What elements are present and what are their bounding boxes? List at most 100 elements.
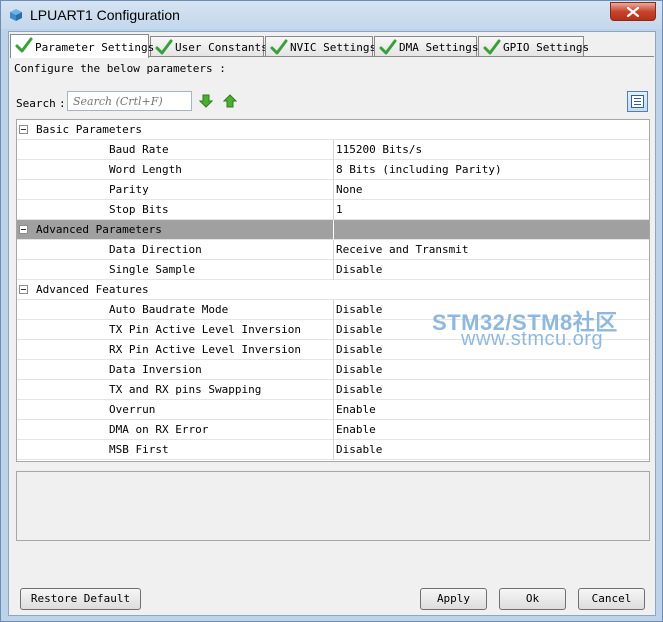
description-panel <box>16 471 650 541</box>
column-divider <box>333 260 334 280</box>
window-title: LPUART1 Configuration <box>30 7 180 23</box>
column-divider <box>333 140 334 160</box>
column-divider <box>333 180 334 200</box>
parameter-row[interactable]: Stop Bits 1 <box>17 200 649 220</box>
group-row[interactable]: Advanced Features <box>17 280 649 300</box>
tab-label: DMA Settings <box>399 41 479 54</box>
arrow-up-icon[interactable] <box>223 94 237 108</box>
collapse-icon[interactable] <box>19 285 28 294</box>
parameter-row[interactable]: TX and RX pins Swapping Disable <box>17 380 649 400</box>
cancel-button[interactable]: Cancel <box>578 588 645 610</box>
group-label: Basic Parameters <box>36 123 142 136</box>
parameter-value[interactable]: Disable <box>336 303 382 316</box>
configure-hint: Configure the below parameters : <box>14 62 226 75</box>
column-divider <box>333 320 334 340</box>
parameter-value[interactable]: Enable <box>336 423 376 436</box>
view-toggle-button[interactable] <box>627 91 648 112</box>
parameter-row[interactable]: DMA on RX Error Enable <box>17 420 649 440</box>
parameter-name: TX and RX pins Swapping <box>109 383 262 396</box>
title-bar[interactable]: LPUART1 Configuration <box>1 1 662 29</box>
column-divider <box>333 160 334 180</box>
column-divider <box>333 220 334 240</box>
parameter-name: Single Sample <box>109 263 196 276</box>
parameter-value[interactable]: Disable <box>336 343 382 356</box>
parameter-value[interactable]: Disable <box>336 443 382 456</box>
parameter-row[interactable]: Word Length 8 Bits (including Parity) <box>17 160 649 180</box>
parameter-row[interactable]: Baud Rate 115200 Bits/s <box>17 140 649 160</box>
parameter-name: DMA on RX Error <box>109 423 209 436</box>
column-divider <box>333 340 334 360</box>
parameter-name: Parity <box>109 183 149 196</box>
parameter-name: Baud Rate <box>109 143 169 156</box>
parameter-name: Overrun <box>109 403 156 416</box>
apply-button[interactable]: Apply <box>420 588 487 610</box>
configuration-window: LPUART1 Configuration Parameter Settings… <box>0 0 663 622</box>
column-divider <box>333 380 334 400</box>
parameter-row[interactable]: Data Direction Receive and Transmit <box>17 240 649 260</box>
parameter-row[interactable]: Overrun Enable <box>17 400 649 420</box>
tab-nvic-settings[interactable]: NVIC Settings <box>265 36 377 57</box>
parameter-table: Basic Parameters Baud Rate 115200 Bits/s Wo… <box>16 119 650 462</box>
column-divider <box>333 400 334 420</box>
parameter-value[interactable]: Disable <box>336 363 382 376</box>
tab-gpio-settings[interactable]: GPIO Settings <box>478 36 589 57</box>
parameter-value[interactable]: 115200 Bits/s <box>336 143 422 156</box>
group-row[interactable]: Advanced Parameters <box>17 220 649 240</box>
check-icon <box>155 39 173 55</box>
parameter-name: Data Direction <box>109 243 202 256</box>
column-divider <box>333 240 334 260</box>
parameter-settings-panel: Configure the below parameters : Search … <box>10 56 654 577</box>
tab-user-constants[interactable]: User Constants <box>150 36 268 57</box>
tab-dma-settings[interactable]: DMA Settings <box>374 36 479 57</box>
restore-default-button[interactable]: Restore Default <box>20 588 141 610</box>
column-divider <box>333 300 334 320</box>
cube-icon <box>10 9 22 21</box>
tab-label: User Constants <box>175 41 268 54</box>
arrow-down-icon[interactable] <box>199 94 213 108</box>
parameter-name: MSB First <box>109 443 169 456</box>
parameter-value[interactable]: Disable <box>336 263 382 276</box>
collapse-icon[interactable] <box>19 125 28 134</box>
tab-label: Parameter Settings <box>35 41 155 54</box>
parameter-value[interactable]: Enable <box>336 403 376 416</box>
parameter-value[interactable]: 1 <box>336 203 343 216</box>
search-input[interactable] <box>67 91 192 111</box>
parameter-value[interactable]: Disable <box>336 383 382 396</box>
check-icon <box>379 39 397 55</box>
parameter-name: Stop Bits <box>109 203 169 216</box>
check-icon <box>270 39 288 55</box>
parameter-name: Word Length <box>109 163 182 176</box>
ok-button[interactable]: Ok <box>499 588 566 610</box>
column-divider <box>333 420 334 440</box>
watermark-url: www.stmcu.org <box>461 328 604 350</box>
column-divider <box>333 360 334 380</box>
column-divider <box>333 200 334 220</box>
parameter-value[interactable]: Disable <box>336 323 382 336</box>
parameter-name: RX Pin Active Level Inversion <box>109 343 302 356</box>
parameter-row[interactable]: MSB First Disable <box>17 440 649 460</box>
column-divider <box>333 440 334 460</box>
tab-parameter-settings[interactable]: Parameter Settings <box>10 34 154 58</box>
search-colon: : <box>59 97 66 110</box>
group-row[interactable]: Basic Parameters <box>17 120 649 140</box>
parameter-value[interactable]: Receive and Transmit <box>336 243 468 256</box>
tab-label: NVIC Settings <box>290 41 377 54</box>
parameter-name: TX Pin Active Level Inversion <box>109 323 302 336</box>
collapse-icon[interactable] <box>19 225 28 234</box>
parameter-name: Data Inversion <box>109 363 202 376</box>
close-icon <box>627 7 639 17</box>
dialog-body: Parameter Settings User Constants NVIC S… <box>8 31 656 616</box>
list-view-icon <box>631 95 644 108</box>
parameter-row[interactable]: Single Sample Disable <box>17 260 649 280</box>
check-icon <box>15 37 33 53</box>
search-label: Search <box>16 97 56 110</box>
parameter-name: Auto Baudrate Mode <box>109 303 229 316</box>
parameter-value[interactable]: None <box>336 183 363 196</box>
parameter-row[interactable]: Parity None <box>17 180 649 200</box>
parameter-row[interactable]: Data Inversion Disable <box>17 360 649 380</box>
group-label: Advanced Parameters <box>36 223 162 236</box>
group-label: Advanced Features <box>36 283 149 296</box>
check-icon <box>483 39 501 55</box>
parameter-value[interactable]: 8 Bits (including Parity) <box>336 163 502 176</box>
close-button[interactable] <box>610 2 656 21</box>
